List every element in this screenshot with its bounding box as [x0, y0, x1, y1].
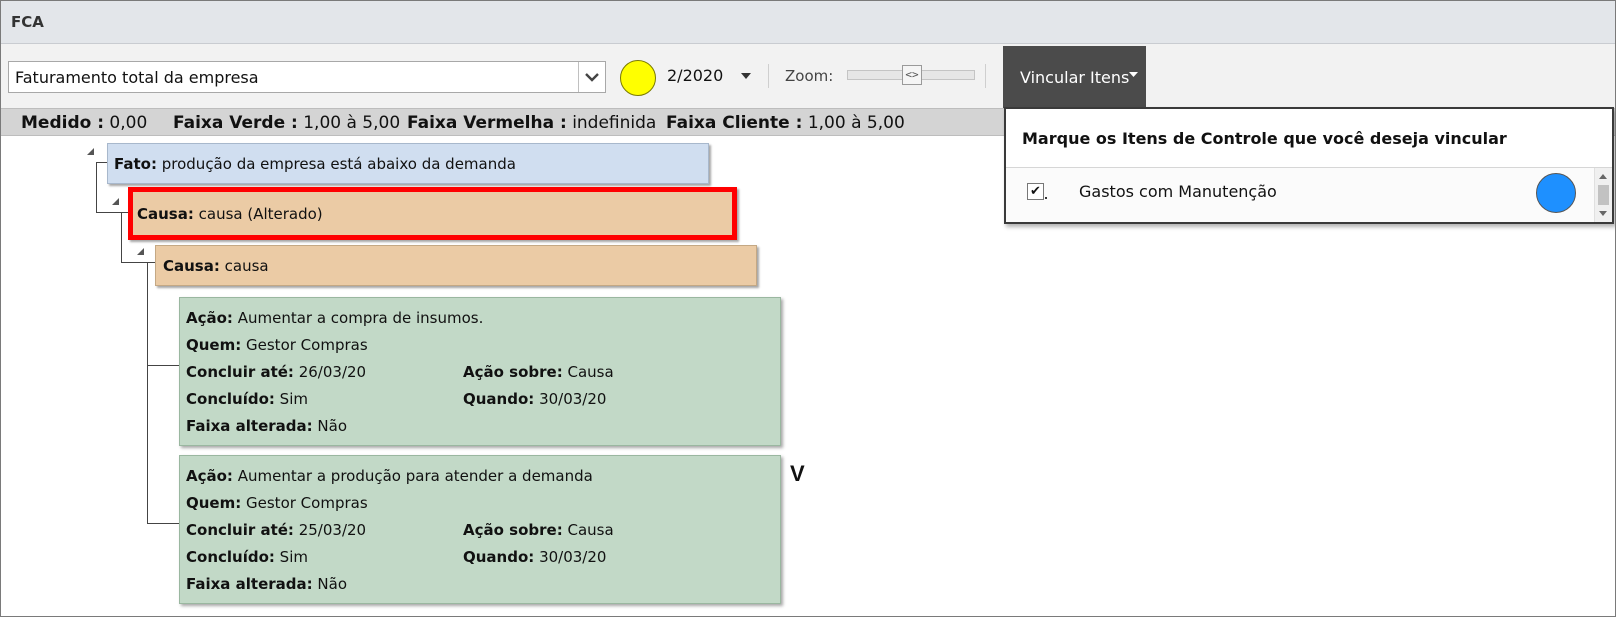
window-title: FCA: [11, 13, 44, 31]
toolbar-separator: [768, 64, 769, 88]
tree-connector: [147, 365, 179, 366]
toolbar: Faturamento total da empresa 2/2020 Zoom…: [1, 44, 1615, 108]
item-checkbox[interactable]: ✔: [1027, 183, 1044, 200]
acao-desc: Ação: Aumentar a produção para atender a…: [186, 467, 593, 485]
indicator-select[interactable]: Faturamento total da empresa: [8, 61, 606, 93]
vertical-scrollbar[interactable]: [1594, 168, 1612, 222]
acao-concluir: Concluir até: 25/03/20: [186, 521, 367, 539]
acao-concluido: Concluído: Sim: [186, 548, 308, 566]
acao-quem: Quem: Gestor Compras: [186, 494, 368, 512]
vincular-itens-label: Vincular Itens: [1020, 68, 1130, 87]
caret-down-icon: [1129, 72, 1138, 77]
faixa-cliente-info: Faixa Cliente : 1,00 à 5,00: [666, 113, 905, 133]
acao-concluido: Concluído: Sim: [186, 390, 308, 408]
causa-node[interactable]: Causa: causa: [155, 245, 757, 286]
item-label: Gastos com Manutenção: [1079, 182, 1277, 201]
tree-connector: [147, 523, 179, 524]
fato-node[interactable]: Fato: produção da empresa está abaixo da…: [107, 143, 709, 184]
period-dropdown-button[interactable]: [738, 68, 754, 84]
acao-sobre: Ação sobre: Causa: [463, 363, 614, 381]
panel-heading: Marque os Itens de Controle que você des…: [1022, 129, 1507, 148]
scrollbar-thumb[interactable]: [1598, 185, 1609, 205]
zoom-label: Zoom:: [785, 67, 834, 85]
tree-connector: [96, 212, 128, 213]
fca-window: FCA Faturamento total da empresa 2/2020 …: [0, 0, 1616, 617]
indicator-dropdown-button[interactable]: [578, 62, 605, 92]
vincular-itens-button[interactable]: Vincular Itens: [1003, 46, 1146, 108]
medido-info: Medido : 0,00: [21, 113, 148, 133]
tree-connector: [121, 212, 122, 262]
acao-node[interactable]: Ação: Aumentar a compra de insumos. Quem…: [179, 297, 781, 446]
acao-quando: Quando: 30/03/20: [463, 390, 607, 408]
acao-desc: Ação: Aumentar a compra de insumos.: [186, 309, 484, 327]
acao-faixa: Faixa alterada: Não: [186, 417, 348, 435]
period-value: 2/2020: [667, 66, 724, 85]
expand-collapse-toggle[interactable]: [112, 198, 119, 205]
faixa-verde-info: Faixa Verde : 1,00 à 5,00: [173, 113, 401, 133]
scroll-up-icon[interactable]: [1599, 174, 1607, 179]
causa-node-selected[interactable]: Causa: causa (Alterado): [128, 187, 737, 240]
acao-sobre: Ação sobre: Causa: [463, 521, 614, 539]
expand-collapse-toggle[interactable]: [87, 148, 94, 155]
status-indicator-circle: [620, 60, 656, 96]
chevron-down-icon: [585, 73, 599, 82]
validation-mark: V: [790, 461, 805, 486]
list-item[interactable]: ✔ Gastos com Manutenção: [1006, 168, 1594, 222]
acao-quando: Quando: 30/03/20: [463, 548, 607, 566]
checkbox-focus-dot: [1045, 197, 1047, 199]
tree-connector: [147, 262, 148, 523]
tree-connector: [96, 162, 107, 163]
zoom-slider-thumb[interactable]: <>: [902, 65, 922, 85]
indicator-select-value: Faturamento total da empresa: [15, 68, 259, 87]
scroll-down-icon[interactable]: [1599, 211, 1607, 216]
caret-down-icon: [741, 73, 751, 79]
faixa-vermelha-info: Faixa Vermelha : indefinida: [407, 113, 657, 133]
acao-node[interactable]: Ação: Aumentar a produção para atender a…: [179, 455, 781, 604]
vincular-itens-dropdown-panel: Marque os Itens de Controle que você des…: [1004, 107, 1614, 224]
tree-connector: [121, 262, 155, 263]
expand-collapse-toggle[interactable]: [137, 248, 144, 255]
toolbar-separator: [985, 64, 986, 88]
acao-quem: Quem: Gestor Compras: [186, 336, 368, 354]
acao-concluir: Concluir até: 26/03/20: [186, 363, 367, 381]
item-status-circle: [1536, 173, 1576, 213]
zoom-slider[interactable]: <>: [847, 65, 975, 85]
acao-faixa: Faixa alterada: Não: [186, 575, 348, 593]
title-bar: FCA: [1, 1, 1615, 44]
tree-connector: [96, 162, 97, 212]
